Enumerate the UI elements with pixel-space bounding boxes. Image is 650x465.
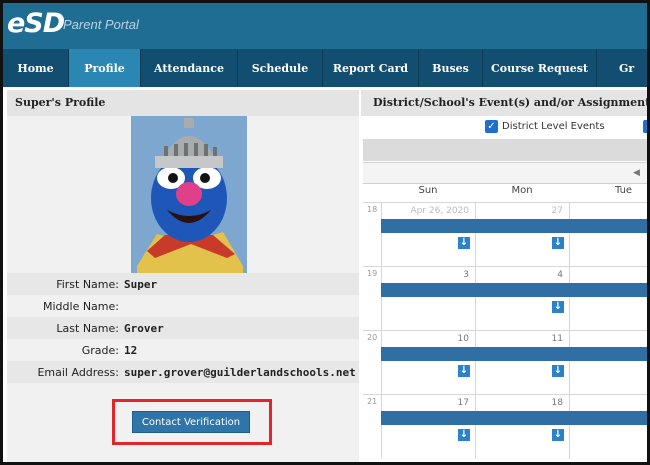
day-cell[interactable]: 4: [475, 267, 569, 331]
dow-mon: Mon: [511, 185, 533, 196]
profile-photo: [131, 116, 247, 273]
field-value: super.grover@guilderlandschools.net: [124, 365, 356, 379]
field-grade: Grade: 12: [7, 339, 359, 361]
event-bar[interactable]: [381, 411, 647, 425]
download-icon[interactable]: ↓: [551, 300, 565, 314]
app-header: eSD Parent Portal: [3, 3, 647, 49]
week-row: 19 3 4 ↓: [363, 266, 647, 331]
nav-tab-report-card[interactable]: Report Card: [323, 49, 419, 87]
day-number: 4: [557, 270, 563, 280]
day-number: 18: [551, 398, 563, 408]
download-icon[interactable]: ↓: [457, 236, 471, 250]
dow-sun: Sun: [418, 185, 438, 196]
nav-tab-grades[interactable]: Gr: [597, 49, 647, 87]
week-number: 20: [367, 333, 378, 342]
field-first-name: First Name: Super: [7, 273, 359, 295]
district-events-label: District Level Events: [502, 121, 605, 132]
day-cell[interactable]: [569, 395, 647, 459]
event-filters: ✓ District Level Events ✓: [361, 116, 647, 140]
download-icon[interactable]: ↓: [457, 428, 471, 442]
field-last-name: Last Name: Grover: [7, 317, 359, 339]
nav-tab-schedule[interactable]: Schedule: [238, 49, 323, 87]
school-events-checkbox[interactable]: ✓: [643, 120, 647, 133]
field-label: Last Name:: [56, 321, 119, 335]
week-row: 20 10 11 ↓ ↓: [363, 330, 647, 395]
day-cell[interactable]: 27: [475, 203, 569, 267]
nav-tab-home[interactable]: Home: [3, 49, 69, 87]
download-icon[interactable]: ↓: [551, 428, 565, 442]
day-number: 10: [457, 334, 469, 344]
day-cell[interactable]: 18: [475, 395, 569, 459]
contact-verification-button[interactable]: Contact Verification: [132, 411, 250, 433]
district-events-checkbox[interactable]: ✓: [485, 120, 498, 133]
events-panel: District/School's Event(s) and/or Assign…: [361, 90, 647, 462]
day-number: 3: [463, 270, 469, 280]
day-cell[interactable]: [569, 267, 647, 331]
dow-tue: Tue: [615, 185, 633, 196]
nav-tab-profile[interactable]: Profile: [69, 49, 141, 87]
calendar-grid: Sun Mon Tue 18 Apr 26, 2020 27 ↓ ↓ 19 3 …: [363, 185, 647, 462]
field-middle-name: Middle Name:: [7, 295, 359, 317]
event-bar[interactable]: [381, 347, 647, 361]
calendar-toolbar: [363, 139, 647, 161]
week-number: 21: [367, 397, 378, 406]
prev-month-icon[interactable]: ◀: [633, 168, 640, 178]
event-bar[interactable]: [381, 283, 647, 297]
esd-logo[interactable]: eSD: [7, 8, 65, 39]
portal-subtitle: Parent Portal: [63, 17, 139, 32]
day-number: 17: [457, 398, 469, 408]
profile-fields: First Name: Super Middle Name: Last Name…: [7, 273, 359, 383]
download-icon[interactable]: ↓: [551, 364, 565, 378]
nav-tab-buses[interactable]: Buses: [419, 49, 483, 87]
day-number: 27: [551, 206, 563, 216]
nav-tab-attendance[interactable]: Attendance: [141, 49, 238, 87]
week-number: 19: [367, 269, 378, 278]
field-label: Grade:: [81, 343, 119, 357]
day-cell[interactable]: [569, 331, 647, 395]
app-window: eSD Parent Portal Home Profile Attendanc…: [0, 0, 650, 465]
day-number: 11: [551, 334, 563, 344]
day-cell[interactable]: 11: [475, 331, 569, 395]
main-nav: Home Profile Attendance Schedule Report …: [3, 49, 647, 87]
field-email: Email Address: super.grover@guilderlands…: [7, 361, 359, 383]
field-label: Email Address:: [37, 365, 119, 379]
field-label: Middle Name:: [43, 299, 119, 313]
download-icon[interactable]: ↓: [551, 236, 565, 250]
day-cell[interactable]: Apr 26, 2020: [381, 203, 475, 267]
event-bar[interactable]: [381, 219, 647, 233]
day-number: Apr 26, 2020: [410, 206, 469, 216]
field-value: Grover: [124, 321, 164, 335]
day-cell[interactable]: [569, 203, 647, 267]
week-row: 21 17 18 ↓ ↓: [363, 394, 647, 459]
day-cell[interactable]: 3: [381, 267, 475, 331]
field-label: First Name:: [56, 277, 119, 291]
nav-tab-course-request[interactable]: Course Request: [483, 49, 597, 87]
day-cell[interactable]: 10: [381, 331, 475, 395]
week-number: 18: [367, 205, 378, 214]
profile-panel: Super's Profile First Name: Super Middle…: [7, 90, 359, 462]
events-heading: District/School's Event(s) and/or Assign…: [361, 90, 647, 116]
highlight-box: Contact Verification: [112, 399, 272, 445]
calendar-nav: ◀: [363, 162, 647, 184]
week-row: 18 Apr 26, 2020 27 ↓ ↓: [363, 202, 647, 267]
field-value: Super: [124, 277, 158, 291]
field-value: 12: [124, 343, 138, 357]
day-cell[interactable]: 17: [381, 395, 475, 459]
profile-heading: Super's Profile: [7, 90, 359, 116]
download-icon[interactable]: ↓: [457, 364, 471, 378]
